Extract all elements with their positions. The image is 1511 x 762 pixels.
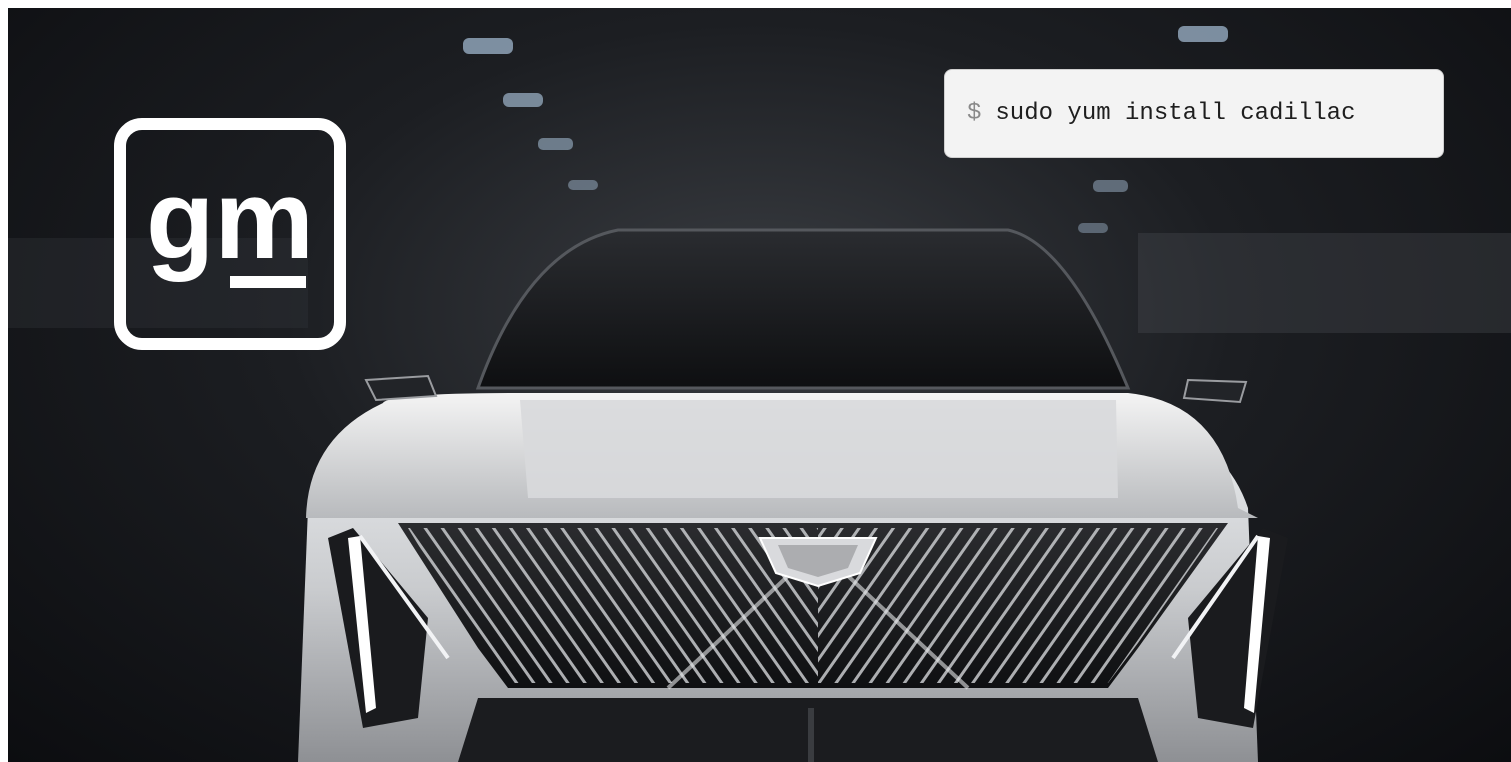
gm-logo-text: gm bbox=[146, 157, 314, 282]
gm-logo: gm bbox=[114, 118, 346, 350]
terminal-command: sudo yum install cadillac bbox=[995, 100, 1356, 127]
terminal-command-box: $ sudo yum install cadillac bbox=[944, 69, 1444, 158]
gm-logo-icon: gm bbox=[114, 118, 346, 350]
terminal-prompt: $ bbox=[967, 100, 982, 127]
hero-image: gm $ sudo yum install cadillac bbox=[8, 8, 1511, 762]
